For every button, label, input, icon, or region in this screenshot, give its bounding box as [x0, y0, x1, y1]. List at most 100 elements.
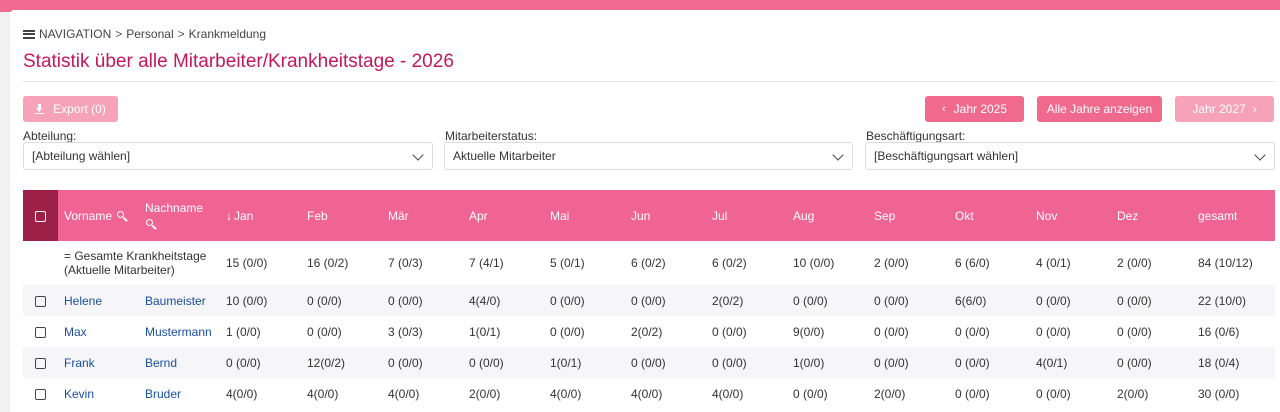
all-years-button[interactable]: Alle Jahre anzeigen [1037, 96, 1162, 122]
department-select[interactable]: [Abteilung wählen] [23, 142, 433, 170]
col-header-month[interactable]: Okt [949, 190, 1030, 241]
prev-year-button[interactable]: ‹ Jahr 2025 [925, 96, 1024, 122]
col-header-last-name[interactable]: Nachname [139, 190, 220, 241]
month-value: 0 (0/0) [631, 293, 666, 308]
col-header-month[interactable]: Nov [1030, 190, 1111, 241]
last-name-link[interactable]: Baumeister [145, 294, 206, 308]
row-total: 16 (0/6) [1198, 324, 1240, 339]
month-value: 0 (0/0) [793, 386, 828, 401]
employment-type-select[interactable]: [Beschäftigungsart wählen] [865, 142, 1275, 170]
menu-icon[interactable] [23, 29, 35, 39]
breadcrumb-separator: > [115, 27, 123, 41]
export-button[interactable]: Export (0) [23, 96, 118, 122]
row-total: 22 (10/0) [1198, 293, 1247, 308]
col-header-month[interactable]: Apr [463, 190, 544, 241]
month-value: 0 (0/0) [1036, 386, 1071, 401]
table-row[interactable]: Max Mustermann 1 (0/0) 0 (0/0) 3 (0/3) 1(0/1)… [23, 316, 1275, 347]
summary-label-line2: (Aktuelle Mitarbeiter) [64, 263, 175, 277]
last-name-link[interactable]: Bruder [145, 387, 181, 401]
breadcrumb-root[interactable]: NAVIGATION [39, 27, 111, 41]
month-value: 0 (0/0) [1117, 293, 1152, 308]
month-value: 0 (0/0) [712, 355, 747, 370]
first-name-link[interactable]: Helene [64, 294, 102, 308]
sort-arrow-down-icon: ↓ [226, 208, 232, 223]
month-value: 10 (0/0) [226, 293, 268, 308]
col-header-month[interactable]: Mai [544, 190, 625, 241]
last-name-link[interactable]: Mustermann [145, 325, 212, 339]
month-value: 0 (0/0) [1117, 324, 1152, 339]
col-header-month[interactable]: Jul [706, 190, 787, 241]
month-value: 4(0/0) [550, 386, 582, 401]
col-header-month[interactable]: ↓ Jan [220, 190, 301, 241]
summary-value: 6 (0/2) [631, 256, 666, 270]
select-all-checkbox[interactable] [35, 210, 46, 222]
month-value: 4(0/0) [226, 386, 258, 401]
col-header-month-label: Jan [234, 208, 254, 223]
employee-status-select[interactable]: Aktuelle Mitarbeiter [444, 142, 853, 170]
search-icon[interactable] [146, 218, 156, 229]
month-value: 4(0/0) [631, 386, 663, 401]
first-name-link[interactable]: Frank [64, 356, 95, 370]
col-header-first-name[interactable]: Vorname [58, 190, 139, 241]
summary-label-line1: = Gesamte Krankheitstage [64, 249, 207, 263]
month-value: 0 (0/0) [388, 293, 423, 308]
breadcrumb-item-krankmeldung: Krankmeldung [188, 27, 267, 41]
col-header-month[interactable]: Aug [787, 190, 868, 241]
col-header-month[interactable]: Sep [868, 190, 949, 241]
month-value: 2(0/2) [631, 324, 663, 339]
month-value: 0 (0/0) [712, 324, 747, 339]
col-header-month[interactable]: Jun [625, 190, 706, 241]
page-title: Statistik über alle Mitarbeiter/Krankhei… [23, 51, 454, 72]
table-row[interactable]: Kevin Bruder 4(0/0) 4(0/0) 4(0/0) 2(0/0) 4(0/0… [23, 378, 1275, 409]
first-name-cell: Max [58, 316, 139, 347]
table-row[interactable]: Frank Bernd 0 (0/0) 12(0/2) 0 (0/0) 0 (0/0) 1(… [23, 347, 1275, 378]
row-checkbox[interactable] [35, 388, 46, 400]
select-all-cell [23, 190, 58, 241]
table-row[interactable]: Helene Baumeister 10 (0/0) 0 (0/0) 0 (0/0) 4(… [23, 285, 1275, 316]
first-name-link[interactable]: Kevin [64, 387, 94, 401]
month-value: 3 (0/3) [388, 324, 423, 339]
last-name-cell: Baumeister [139, 285, 220, 316]
month-value: 4(0/0) [388, 386, 420, 401]
chevron-right-icon: › [1252, 102, 1257, 116]
month-value: 0 (0/0) [1036, 293, 1071, 308]
summary-value: 6 (6/0) [955, 256, 990, 270]
col-header-last-name-label: Nachname [145, 200, 204, 215]
sick-days-table: Vorname Nachname ↓ Jan Feb Mär Apr Mai Ju… [23, 190, 1275, 409]
col-header-month[interactable]: Feb [301, 190, 382, 241]
row-checkbox-cell [23, 378, 58, 409]
row-checkbox[interactable] [35, 357, 46, 369]
last-name-link[interactable]: Bernd [145, 356, 177, 370]
col-header-month[interactable]: Dez [1111, 190, 1192, 241]
month-value: 1(0/1) [469, 324, 501, 339]
month-value: 0 (0/0) [550, 324, 585, 339]
summary-checkbox-cell [23, 241, 58, 285]
col-header-first-name-label: Vorname [64, 208, 113, 223]
first-name-cell: Kevin [58, 378, 139, 409]
row-checkbox[interactable] [35, 326, 46, 338]
last-name-cell: Mustermann [139, 316, 220, 347]
search-icon[interactable] [117, 210, 127, 221]
month-value: 0 (0/0) [226, 355, 261, 370]
month-value: 9(0/0) [793, 324, 825, 339]
prev-year-label: Jahr 2025 [953, 102, 1008, 116]
month-value: 0 (0/0) [874, 324, 909, 339]
summary-value: 15 (0/0) [226, 256, 268, 270]
col-header-month[interactable]: Mär [382, 190, 463, 241]
row-checkbox[interactable] [35, 295, 46, 307]
summary-value: 7 (0/3) [388, 256, 423, 270]
chevron-left-icon: ‹ [941, 103, 946, 115]
month-value: 0 (0/0) [793, 293, 828, 308]
summary-value: 5 (0/1) [550, 256, 585, 270]
month-value: 2(0/2) [712, 293, 744, 308]
download-icon [35, 104, 45, 114]
summary-total: 84 (10/12) [1198, 256, 1253, 270]
col-header-total[interactable]: gesamt [1192, 190, 1275, 241]
first-name-link[interactable]: Max [64, 325, 87, 339]
month-value: 1 (0/0) [226, 324, 261, 339]
row-total: 18 (0/4) [1198, 355, 1240, 370]
breadcrumb-item-personal[interactable]: Personal [126, 27, 173, 41]
summary-value: 2 (0/0) [1117, 256, 1152, 270]
export-button-label: Export (0) [53, 102, 106, 116]
next-year-button[interactable]: Jahr 2027 › [1175, 96, 1274, 122]
